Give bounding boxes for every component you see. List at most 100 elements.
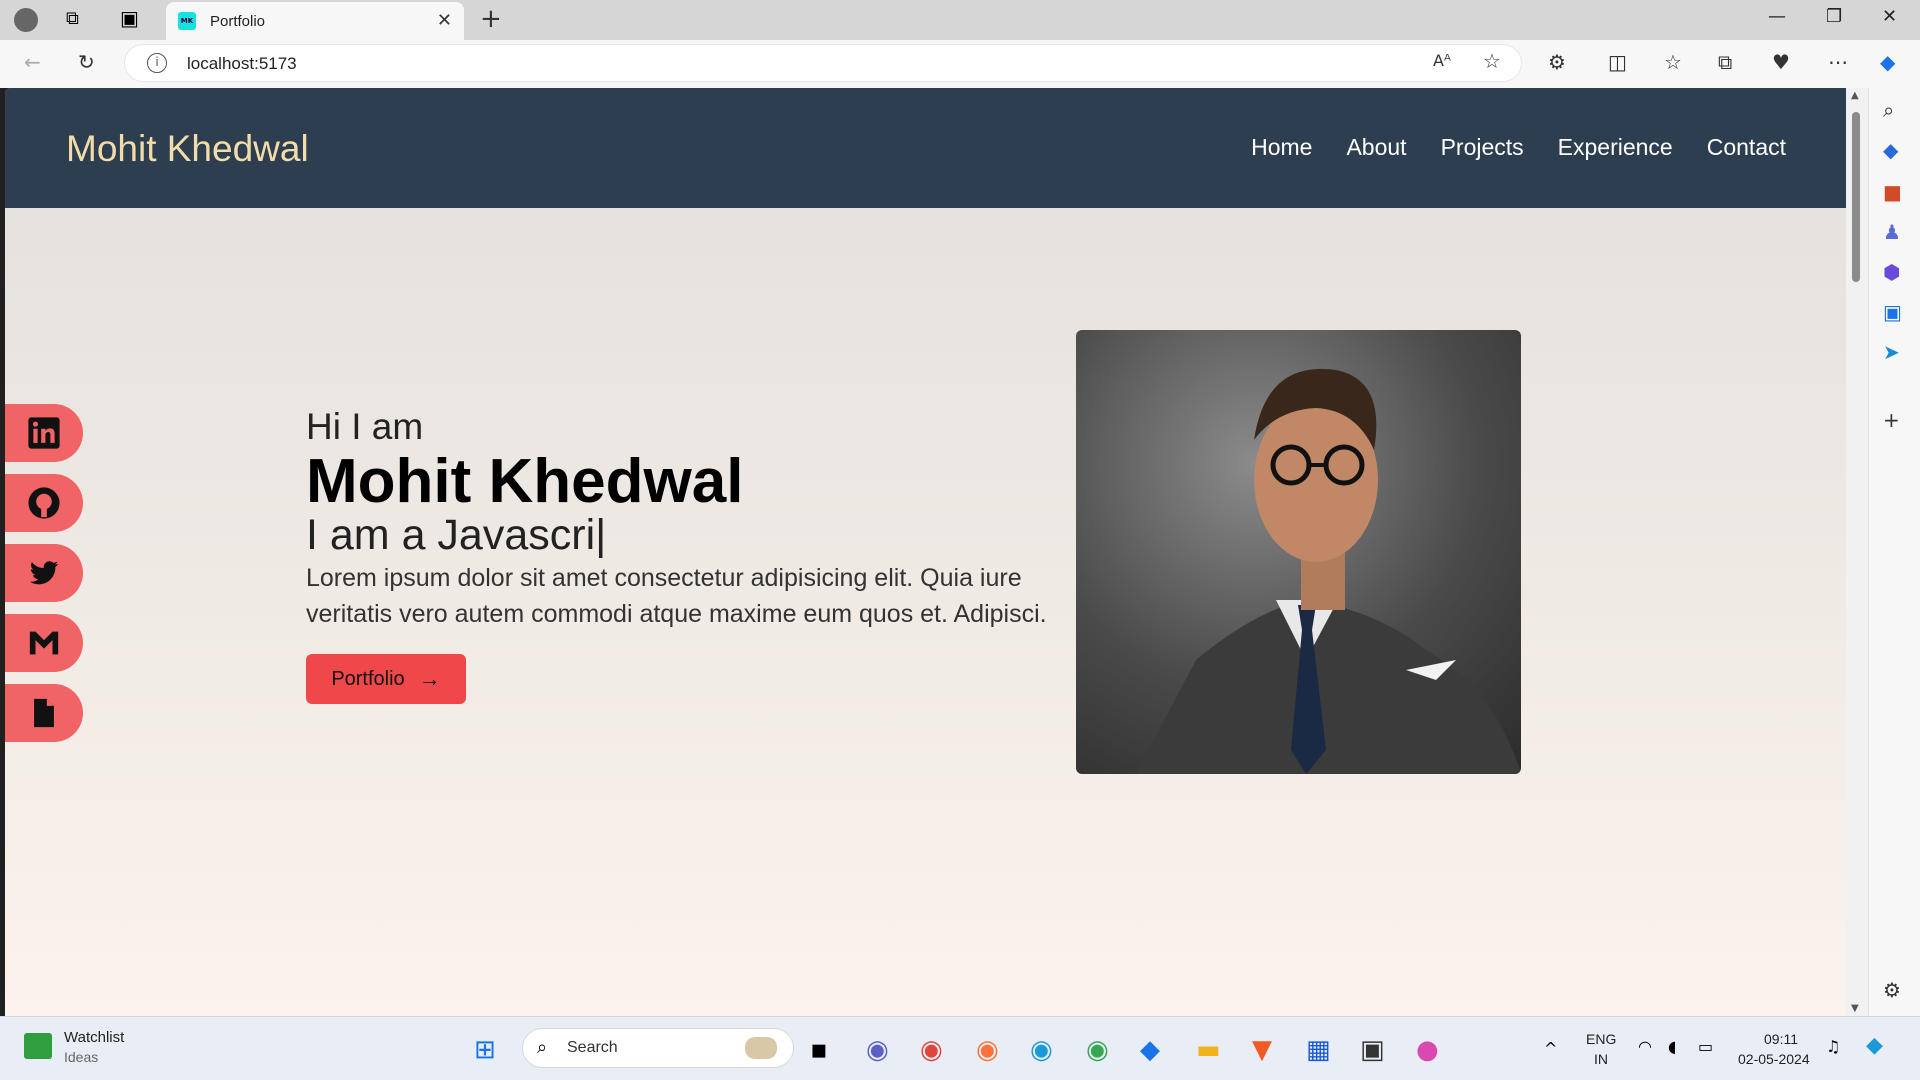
- hero-section: Hi I am Mohit Khedwal I am a Javascri| L…: [306, 406, 1066, 704]
- refresh-icon[interactable]: ↻: [78, 50, 95, 74]
- resume-button[interactable]: [5, 684, 83, 742]
- favicon-icon: MK: [178, 12, 196, 30]
- collections-icon[interactable]: ⧉: [66, 8, 79, 29]
- sidebar-search-icon[interactable]: ⌕: [1883, 98, 1894, 122]
- browser-essentials-icon[interactable]: ♥: [1772, 50, 1790, 74]
- clock-date[interactable]: 02-05-2024: [1738, 1051, 1810, 1067]
- back-icon[interactable]: ←: [24, 50, 41, 74]
- close-tab-icon[interactable]: ✕: [437, 10, 452, 31]
- store-icon[interactable]: ▦: [1306, 1035, 1331, 1065]
- favorites-icon[interactable]: ☆: [1664, 50, 1682, 74]
- github-icon: [28, 487, 60, 519]
- minimize-icon[interactable]: —: [1768, 6, 1786, 27]
- terminal-icon[interactable]: ▣: [1360, 1035, 1385, 1065]
- scroll-down-icon[interactable]: ▼: [1851, 1003, 1859, 1014]
- nav-about[interactable]: About: [1346, 134, 1406, 161]
- copilot-icon[interactable]: ◆: [1880, 50, 1895, 74]
- scroll-up-icon[interactable]: ▲: [1851, 90, 1859, 101]
- gmail-button[interactable]: [5, 614, 83, 672]
- chrome-profile-icon[interactable]: ◉: [1086, 1035, 1109, 1065]
- firefox-icon[interactable]: ◉: [976, 1035, 999, 1065]
- portfolio-button-label: Portfolio: [331, 667, 405, 690]
- widget-subtitle: Ideas: [64, 1049, 99, 1065]
- nav-experience[interactable]: Experience: [1558, 134, 1673, 161]
- sidebar-add-icon[interactable]: +: [1883, 408, 1900, 432]
- vscode-icon[interactable]: ◆: [1140, 1035, 1160, 1065]
- edge-icon[interactable]: ◉: [1030, 1035, 1053, 1065]
- wifi-icon[interactable]: ◠: [1638, 1037, 1652, 1056]
- edge-sidebar: ⌕ ◆ ■ ♟ ⬢ ▣ ➤ + ⚙: [1868, 88, 1920, 1016]
- taskbar-search[interactable]: ⌕ Search: [522, 1028, 794, 1068]
- arrow-right-icon: →: [418, 666, 441, 691]
- twitter-icon: [29, 561, 59, 585]
- page-viewport: Mohit Khedwal Home About Projects Experi…: [5, 88, 1846, 1016]
- portfolio-button[interactable]: Portfolio →: [306, 654, 466, 704]
- clock-time[interactable]: 09:11: [1764, 1031, 1798, 1047]
- sidebar-games-icon[interactable]: ♟: [1883, 220, 1901, 244]
- nav-links: Home About Projects Experience Contact: [1251, 134, 1786, 161]
- twitter-button[interactable]: [5, 544, 83, 602]
- sidebar-settings-icon[interactable]: ⚙: [1883, 978, 1901, 1002]
- vertical-tabs-icon[interactable]: ▣: [120, 6, 139, 30]
- portrait-illustration: [1136, 368, 1521, 774]
- favorite-star-icon[interactable]: ☆: [1483, 49, 1501, 73]
- active-tab[interactable]: MK Portfolio ✕: [166, 2, 464, 40]
- page-scrollbar[interactable]: ▲ ▼: [1846, 88, 1868, 1016]
- file-explorer-icon[interactable]: ▬: [1196, 1035, 1221, 1065]
- profile-icon[interactable]: [14, 8, 38, 32]
- sidebar-m365-icon[interactable]: ⬢: [1883, 260, 1900, 284]
- brave-icon[interactable]: ▼: [1252, 1035, 1272, 1065]
- site-info-icon[interactable]: i: [147, 53, 167, 73]
- windows-taskbar: Watchlist Ideas ⊞ ⌕ Search ▪ ◉ ◉ ◉ ◉ ◉ ◆…: [0, 1016, 1920, 1080]
- app-icon[interactable]: ●: [1416, 1035, 1439, 1065]
- language-top[interactable]: ENG: [1586, 1031, 1616, 1047]
- more-options-icon[interactable]: ⋯: [1828, 50, 1848, 74]
- collections-toolbar-icon[interactable]: ⧉: [1718, 50, 1732, 74]
- sidebar-tools-icon[interactable]: ■: [1883, 180, 1902, 204]
- address-bar[interactable]: i localhost:5173 Aᴬ ☆: [124, 44, 1522, 82]
- document-icon: [34, 698, 54, 728]
- hero-typed-text: I am a Javascri|: [306, 511, 607, 559]
- widget-title: Watchlist: [64, 1029, 125, 1046]
- notification-bell-icon[interactable]: ♫: [1826, 1037, 1840, 1056]
- close-window-icon[interactable]: ✕: [1882, 6, 1897, 27]
- start-icon[interactable]: ⊞: [474, 1035, 496, 1065]
- chart-icon: [24, 1033, 52, 1059]
- scroll-thumb[interactable]: [1852, 112, 1860, 282]
- split-screen-icon[interactable]: ◫: [1608, 50, 1627, 74]
- nav-projects[interactable]: Projects: [1441, 134, 1524, 161]
- brand-logo[interactable]: Mohit Khedwal: [66, 128, 309, 170]
- teams-icon[interactable]: ◉: [866, 1035, 889, 1065]
- read-aloud-icon[interactable]: Aᴬ: [1433, 51, 1451, 70]
- language-bottom[interactable]: IN: [1594, 1051, 1608, 1067]
- chrome-icon[interactable]: ◉: [920, 1035, 943, 1065]
- sidebar-send-icon[interactable]: ➤: [1883, 340, 1900, 364]
- sidebar-shopping-icon[interactable]: ◆: [1883, 138, 1898, 162]
- hero-greeting: Hi I am: [306, 406, 424, 447]
- profile-photo: [1076, 330, 1521, 774]
- social-links: [5, 404, 83, 742]
- nav-contact[interactable]: Contact: [1707, 134, 1786, 161]
- search-highlight-icon: [745, 1037, 777, 1059]
- copilot-taskbar-icon[interactable]: ◆: [1866, 1033, 1883, 1058]
- battery-icon[interactable]: ▭: [1698, 1037, 1713, 1056]
- show-hidden-icons[interactable]: ^: [1544, 1039, 1557, 1058]
- gmail-icon: [29, 631, 59, 655]
- linkedin-icon: [28, 417, 60, 449]
- browser-tab-strip: ⧉ ▣ MK Portfolio ✕ + — ❐ ✕: [0, 0, 1920, 40]
- widgets-button[interactable]: Watchlist Ideas: [24, 1027, 184, 1071]
- volume-icon[interactable]: ◖: [1668, 1037, 1676, 1056]
- nav-home[interactable]: Home: [1251, 134, 1312, 161]
- extensions-icon[interactable]: ⚙: [1548, 50, 1566, 74]
- sidebar-outlook-icon[interactable]: ▣: [1883, 300, 1902, 324]
- new-tab-icon[interactable]: +: [480, 4, 502, 34]
- linkedin-button[interactable]: [5, 404, 83, 462]
- restore-icon[interactable]: ❐: [1826, 6, 1842, 27]
- navbar: Mohit Khedwal Home About Projects Experi…: [5, 88, 1846, 208]
- tab-title: Portfolio: [210, 12, 266, 30]
- hero-name: Mohit Khedwal: [306, 447, 744, 516]
- task-view-icon[interactable]: ▪: [810, 1035, 828, 1065]
- search-icon: ⌕: [537, 1037, 548, 1058]
- url-text[interactable]: localhost:5173: [187, 54, 297, 74]
- github-button[interactable]: [5, 474, 83, 532]
